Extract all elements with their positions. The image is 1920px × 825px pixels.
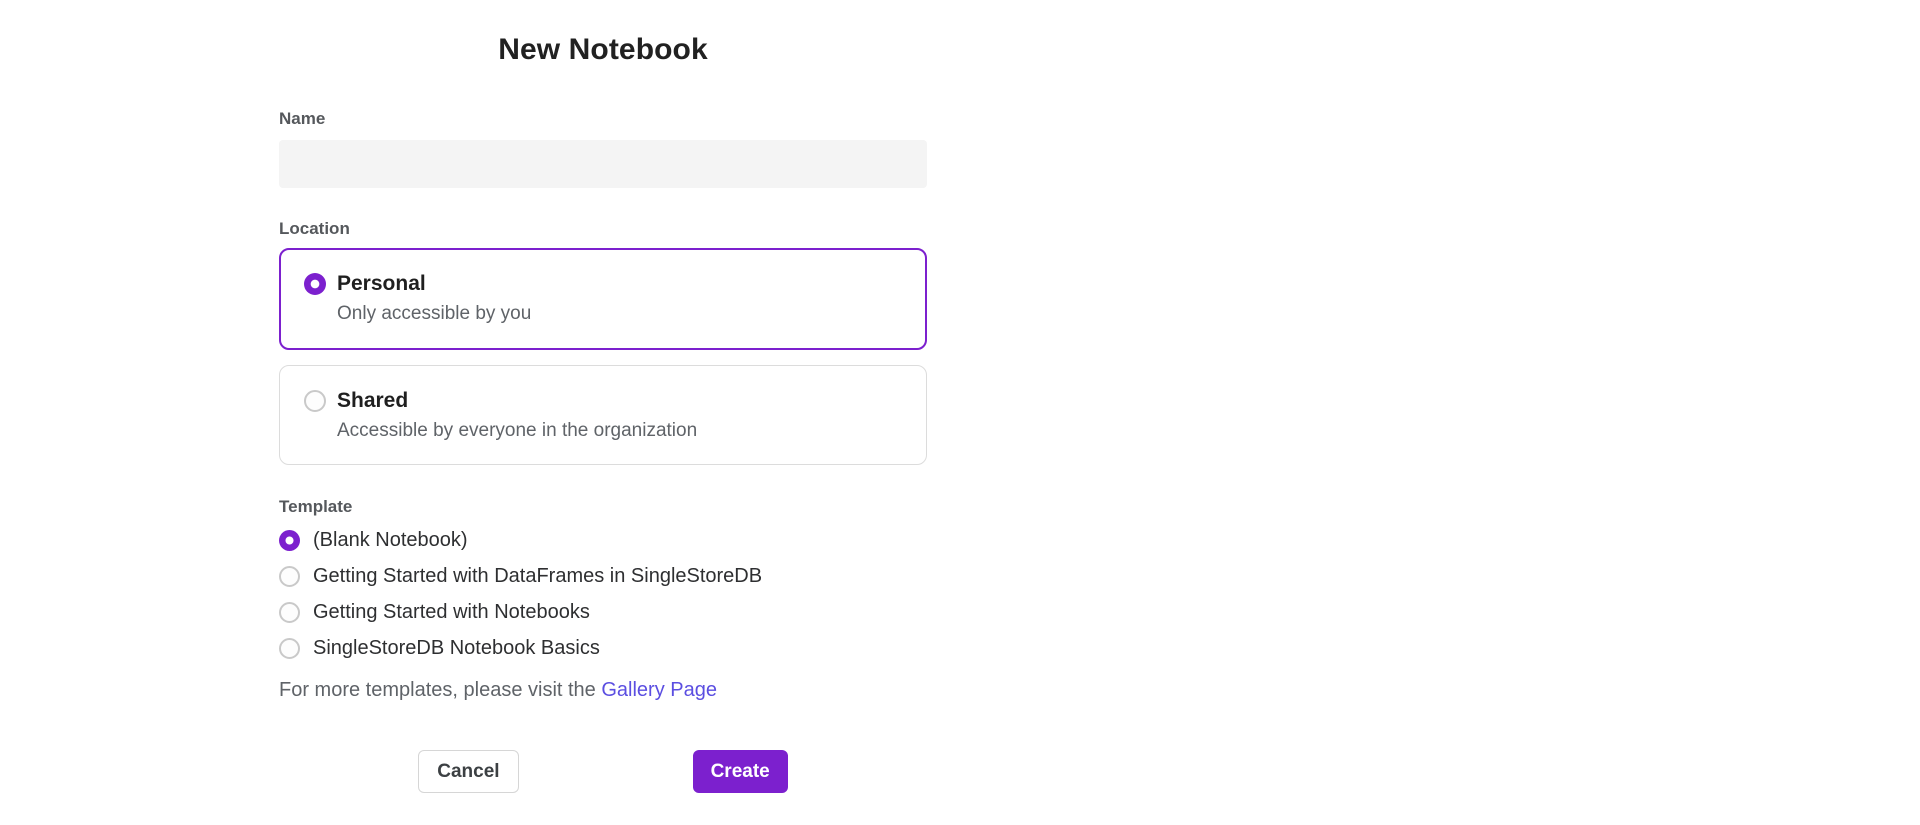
template-option-label: (Blank Notebook)	[313, 527, 468, 553]
location-option-description: Only accessible by you	[337, 302, 531, 325]
more-templates-text: For more templates, please visit the	[279, 679, 601, 701]
template-option-label: SingleStoreDB Notebook Basics	[313, 635, 600, 661]
location-option-text: Shared Accessible by everyone in the org…	[337, 388, 697, 442]
dialog-actions: Cancel Create	[279, 750, 927, 793]
name-label: Name	[279, 110, 927, 128]
template-radio-blank-notebook[interactable]	[279, 530, 300, 551]
template-option-label: Getting Started with Notebooks	[313, 599, 590, 625]
template-options: (Blank Notebook) Getting Started with Da…	[279, 527, 927, 661]
template-option-notebook-basics[interactable]: SingleStoreDB Notebook Basics	[279, 635, 927, 661]
new-notebook-dialog: New Notebook Name Location Personal Only…	[279, 0, 927, 793]
shared-radio[interactable]	[304, 390, 326, 412]
location-label: Location	[279, 220, 927, 238]
cancel-button[interactable]: Cancel	[418, 750, 518, 793]
gallery-page-link[interactable]: Gallery Page	[601, 679, 717, 701]
template-label: Template	[279, 498, 927, 516]
template-radio-notebook-basics[interactable]	[279, 638, 300, 659]
name-input[interactable]	[279, 140, 927, 188]
template-option-blank-notebook[interactable]: (Blank Notebook)	[279, 527, 927, 553]
location-option-personal[interactable]: Personal Only accessible by you	[279, 248, 927, 350]
location-option-text: Personal Only accessible by you	[337, 271, 531, 325]
template-radio-dataframes[interactable]	[279, 566, 300, 587]
more-templates-note: For more templates, please visit the Gal…	[279, 678, 927, 702]
page-title: New Notebook	[279, 34, 927, 66]
location-option-description: Accessible by everyone in the organizati…	[337, 419, 697, 442]
template-option-getting-started-notebooks[interactable]: Getting Started with Notebooks	[279, 599, 927, 625]
template-option-label: Getting Started with DataFrames in Singl…	[313, 563, 762, 589]
personal-radio[interactable]	[304, 273, 326, 295]
template-radio-getting-started-notebooks[interactable]	[279, 602, 300, 623]
location-option-title: Shared	[337, 388, 697, 414]
location-option-shared[interactable]: Shared Accessible by everyone in the org…	[279, 365, 927, 465]
template-option-dataframes[interactable]: Getting Started with DataFrames in Singl…	[279, 563, 927, 589]
create-button[interactable]: Create	[693, 750, 788, 793]
location-option-title: Personal	[337, 271, 531, 297]
